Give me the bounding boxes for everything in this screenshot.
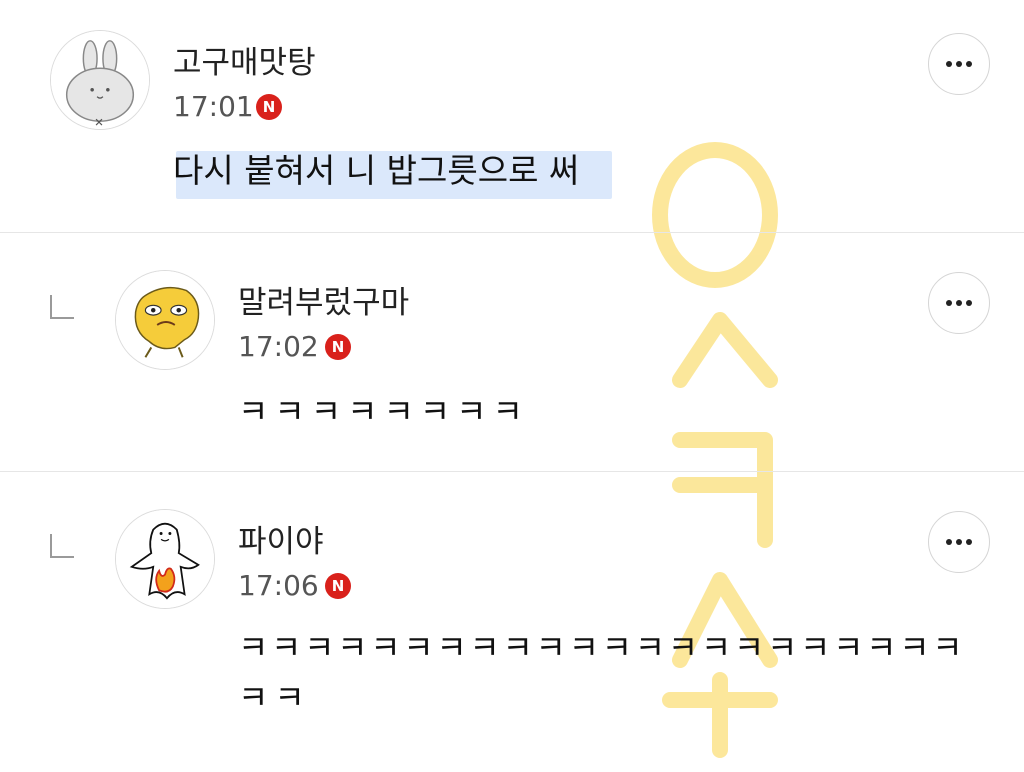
new-badge: N (325, 573, 351, 599)
reply-item: 말려부렀구마 17:02 N ㅋㅋㅋㅋㅋㅋㅋㅋ (0, 233, 1024, 471)
rabbit-avatar[interactable] (50, 30, 150, 130)
new-badge: N (325, 334, 351, 360)
new-badge: N (256, 94, 282, 120)
nickname[interactable]: 고구매맛탕 (173, 48, 316, 79)
timestamp: 17:06 (238, 569, 319, 602)
comment-text-line-2: ㅋㅋ (238, 678, 311, 717)
more-dots-icon (946, 300, 952, 306)
reply-arrow-icon (50, 295, 74, 319)
more-options-button[interactable] (928, 33, 990, 95)
comment-text: ㅋㅋㅋㅋㅋㅋㅋㅋ (238, 392, 529, 431)
comment-text-line-1: ㅋㅋㅋㅋㅋㅋㅋㅋㅋㅋㅋㅋㅋㅋㅋㅋㅋㅋㅋㅋㅋㅋ (238, 628, 966, 667)
more-options-button[interactable] (928, 511, 990, 573)
comment-item: 고구매맛탕 17:01 N 다시 붙혀서 니 밥그릇으로 써 (0, 0, 1024, 232)
yellow-character-avatar[interactable] (115, 270, 215, 370)
timestamp: 17:02 (238, 330, 319, 363)
more-dots-icon (946, 539, 952, 545)
more-dots-icon (946, 61, 952, 67)
nickname[interactable]: 파이야 (238, 527, 324, 558)
reply-arrow-icon (50, 534, 74, 558)
nickname[interactable]: 말려부렀구마 (238, 288, 409, 319)
more-options-button[interactable] (928, 272, 990, 334)
reply-item: 파이야 17:06 N ㅋㅋㅋㅋㅋㅋㅋㅋㅋㅋㅋㅋㅋㅋㅋㅋㅋㅋㅋㅋㅋㅋ ㅋㅋ (0, 472, 1024, 772)
timestamp: 17:01 (173, 90, 254, 123)
comment-text: 다시 붙혀서 니 밥그릇으로 써 (173, 151, 580, 190)
ghost-fire-avatar[interactable] (115, 509, 215, 609)
